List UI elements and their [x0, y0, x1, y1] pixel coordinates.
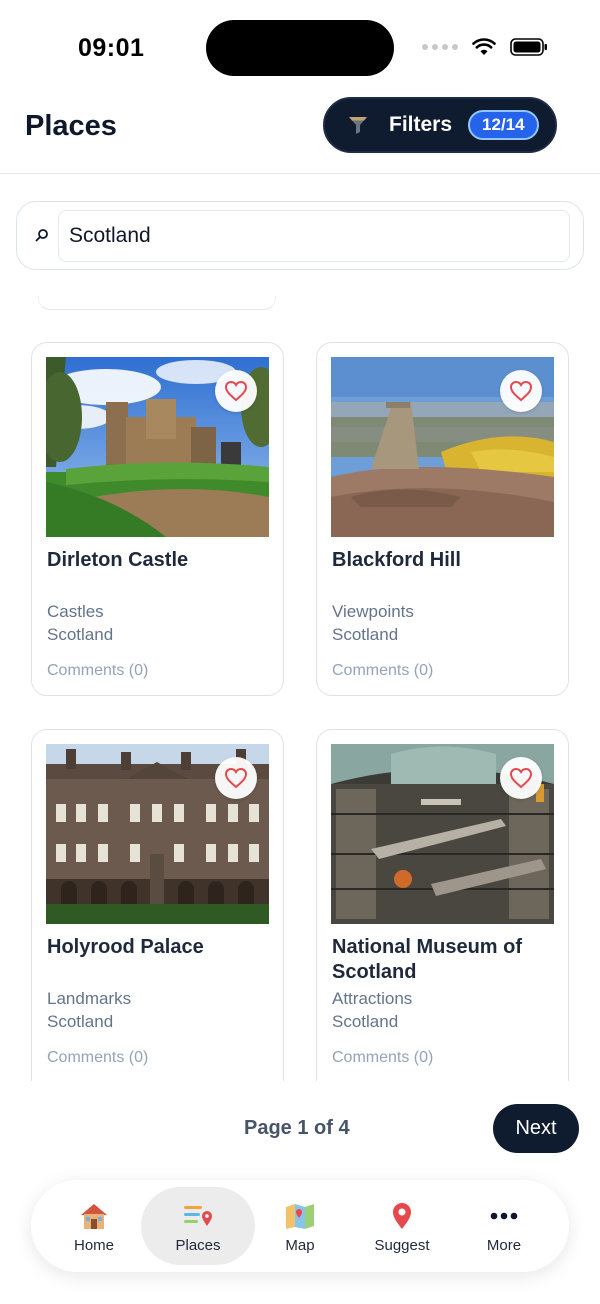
map-icon	[283, 1201, 317, 1231]
tab-label: Map	[285, 1237, 315, 1254]
status-bar: 09:01	[0, 0, 600, 92]
place-category: Viewpoints	[332, 602, 414, 621]
place-name: Dirleton Castle	[47, 549, 189, 571]
comments-link[interactable]: Comments (0)	[332, 1049, 433, 1067]
place-name: Holyrood Palace	[47, 936, 204, 958]
place-region: Scotland	[47, 625, 114, 644]
search-input[interactable]	[58, 210, 570, 262]
filters-button[interactable]: Filters 12/14	[323, 97, 557, 153]
places-list-icon	[181, 1201, 215, 1231]
place-category: Castles	[47, 602, 104, 621]
place-region: Scotland	[47, 1012, 114, 1031]
next-page-button[interactable]: Next	[493, 1104, 579, 1153]
filters-count-badge: 12/14	[468, 110, 539, 140]
tab-label: Home	[73, 1237, 114, 1254]
tab-more[interactable]: More	[447, 1187, 561, 1265]
place-name: National Museum of Scotland	[332, 936, 523, 983]
place-category: Attractions	[332, 989, 413, 1008]
page-indicator: Page 1 of 4	[244, 1117, 350, 1139]
comments-link[interactable]: Comments (0)	[47, 1049, 148, 1067]
place-card-blackford-hill[interactable]: Blackford Hill Viewpoints Scotland Comme…	[316, 342, 569, 696]
tab-label: Suggest	[374, 1237, 430, 1254]
heart-icon	[224, 767, 248, 789]
place-card-holyrood-palace[interactable]: Holyrood Palace Landmarks Scotland Comme…	[31, 729, 284, 1081]
favorite-button[interactable]	[500, 757, 542, 799]
filters-label: Filters	[389, 113, 453, 136]
place-category: Landmarks	[47, 989, 132, 1008]
battery-icon	[510, 38, 547, 56]
favorite-button[interactable]	[215, 757, 257, 799]
tab-label: Places	[175, 1237, 221, 1254]
comments-link[interactable]: Comments (0)	[332, 662, 433, 680]
house-icon	[77, 1201, 111, 1231]
wifi-icon	[472, 38, 496, 55]
status-icons	[422, 38, 548, 56]
comments-link[interactable]: Comments (0)	[47, 662, 148, 680]
heart-icon	[509, 380, 533, 402]
search-bar	[16, 201, 584, 270]
place-card-dirleton-castle[interactable]: Dirleton Castle Castles Scotland Comment…	[31, 342, 284, 696]
scrolled-card-edge	[38, 296, 276, 310]
bottom-tab-bar: Home Places Map Suggest More	[31, 1180, 569, 1272]
tab-label: More	[486, 1237, 522, 1254]
status-time: 09:01	[78, 34, 145, 62]
tab-map[interactable]: Map	[243, 1187, 357, 1265]
tab-places[interactable]: Places	[141, 1187, 255, 1265]
page-title: Places	[25, 110, 117, 142]
dynamic-island	[206, 20, 394, 76]
place-card-national-museum-of-scotland[interactable]: National Museum of Scotland Attractions …	[316, 729, 569, 1081]
favorite-button[interactable]	[500, 370, 542, 412]
place-region: Scotland	[332, 625, 399, 644]
place-name: Blackford Hill	[332, 549, 461, 571]
heart-icon	[509, 767, 533, 789]
tab-home[interactable]: Home	[37, 1187, 151, 1265]
pin-icon	[385, 1201, 419, 1231]
search-icon	[35, 229, 48, 242]
more-dots-icon	[487, 1201, 521, 1231]
cellular-signal-icon	[422, 44, 458, 50]
header: Places Filters 12/14	[0, 92, 600, 174]
tab-suggest[interactable]: Suggest	[345, 1187, 459, 1265]
favorite-button[interactable]	[215, 370, 257, 412]
heart-icon	[224, 380, 248, 402]
filter-funnel-icon	[347, 114, 369, 136]
place-region: Scotland	[332, 1012, 399, 1031]
